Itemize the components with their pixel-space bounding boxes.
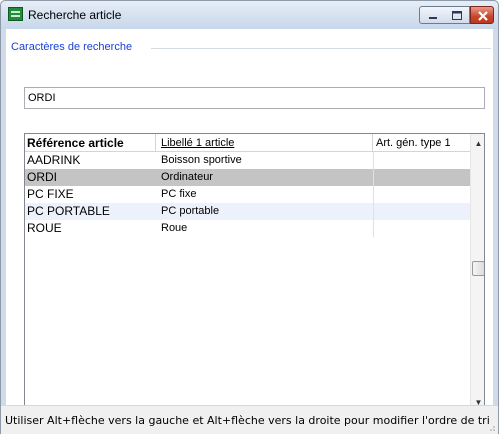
table-row-selected[interactable]: ORDI Ordinateur bbox=[25, 169, 470, 186]
cell-label: PC portable bbox=[161, 205, 220, 217]
cell-reference: PC PORTABLE bbox=[27, 204, 110, 218]
article-grid[interactable]: Référence article Libellé 1 article Art.… bbox=[24, 133, 485, 429]
cell-type bbox=[373, 220, 470, 237]
cell-label: PC fixe bbox=[161, 188, 197, 200]
dialog-body: Caractères de recherche Référence articl… bbox=[6, 29, 493, 429]
vertical-scroll-thumb[interactable] bbox=[472, 261, 484, 276]
close-button[interactable] bbox=[470, 6, 494, 24]
table-row[interactable]: AADRINK Boisson sportive bbox=[25, 152, 470, 169]
cell-reference: ORDI bbox=[27, 170, 57, 184]
cell-label: Roue bbox=[161, 222, 188, 234]
vertical-scrollbar[interactable]: ▲ ▼ bbox=[470, 134, 484, 412]
cell-label: Boisson sportive bbox=[161, 154, 242, 166]
cell-reference: AADRINK bbox=[27, 153, 81, 167]
window: Recherche article Caractères de recherch… bbox=[0, 0, 499, 434]
cell-label: Ordinateur bbox=[161, 171, 213, 183]
column-header-label[interactable]: Libellé 1 article bbox=[156, 134, 373, 152]
table-row[interactable]: PC PORTABLE PC portable bbox=[25, 203, 470, 220]
app-icon bbox=[8, 7, 23, 21]
status-text: Utiliser Alt+flèche vers la gauche et Al… bbox=[5, 414, 490, 427]
grid-rows: AADRINK Boisson sportive ORDI Ordinateur… bbox=[25, 152, 470, 237]
cell-reference: PC FIXE bbox=[27, 187, 74, 201]
search-input[interactable] bbox=[24, 87, 485, 109]
cell-type bbox=[373, 152, 470, 169]
table-row[interactable]: PC FIXE PC fixe bbox=[25, 186, 470, 203]
close-icon bbox=[478, 11, 488, 21]
grid-header: Référence article Libellé 1 article Art.… bbox=[25, 134, 470, 152]
minimize-button[interactable] bbox=[419, 6, 445, 24]
search-group-label: Caractères de recherche bbox=[11, 41, 137, 53]
scroll-up-icon[interactable]: ▲ bbox=[471, 136, 484, 151]
cell-type bbox=[373, 203, 470, 220]
cell-type bbox=[373, 186, 470, 203]
maximize-button[interactable] bbox=[444, 6, 470, 24]
status-bar: Utiliser Alt+flèche vers la gauche et Al… bbox=[1, 405, 498, 434]
column-header-reference[interactable]: Référence article bbox=[25, 134, 156, 152]
group-divider bbox=[151, 48, 491, 49]
cell-type bbox=[373, 169, 470, 186]
table-row[interactable]: ROUE Roue bbox=[25, 220, 470, 237]
column-header-type[interactable]: Art. gén. type 1 bbox=[373, 134, 471, 152]
window-title: Recherche article bbox=[28, 8, 122, 22]
minimize-icon bbox=[429, 17, 437, 19]
title-bar[interactable]: Recherche article bbox=[1, 1, 498, 29]
cell-reference: ROUE bbox=[27, 221, 62, 235]
maximize-icon bbox=[452, 11, 462, 20]
resize-grip-icon[interactable] bbox=[487, 423, 495, 431]
